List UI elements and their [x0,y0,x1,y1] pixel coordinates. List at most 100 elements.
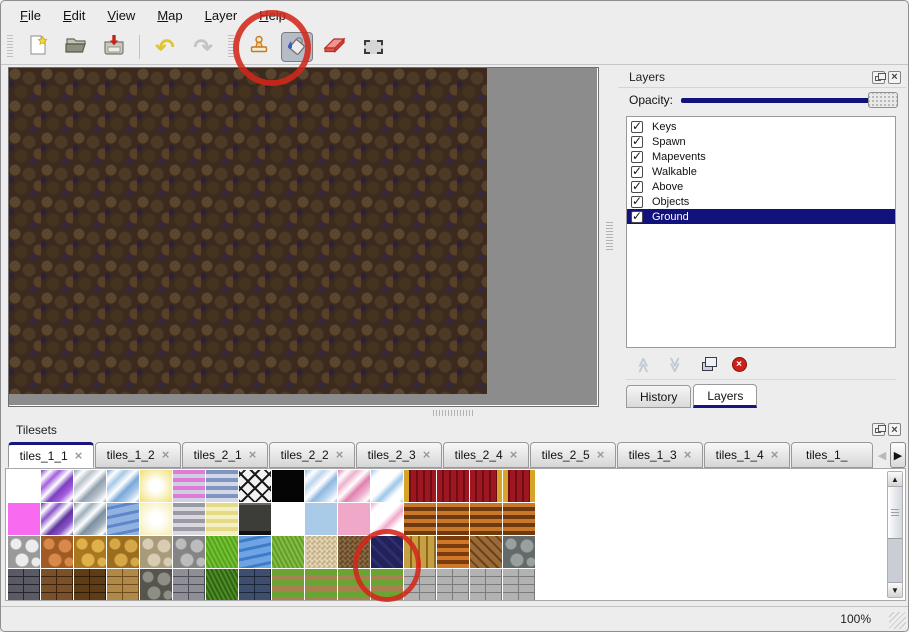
layer-row-objects[interactable]: ✓Objects [627,194,895,209]
undo-button[interactable]: ↶ [149,32,181,62]
tile-dirt-brown[interactable] [338,536,370,568]
layer-row-walkable[interactable]: ✓Walkable [627,164,895,179]
tab-close-icon[interactable]: × [162,450,170,460]
palette-scrollbar[interactable]: ▲ ▼ [887,471,903,598]
layer-row-spawn[interactable]: ✓Spawn [627,134,895,149]
menu-map[interactable]: Map [146,4,193,27]
tile-glow-yellow[interactable] [140,470,172,502]
tile-stone-gray[interactable] [173,536,205,568]
tile-path-grass-4[interactable] [371,569,403,601]
opacity-slider-handle[interactable] [868,92,898,108]
layer-visibility-checkbox[interactable]: ✓ [631,136,643,148]
tileset-tab-tiles_2_4[interactable]: tiles_2_4× [443,442,529,468]
tile-solid-lightblue[interactable] [305,503,337,535]
tileset-tab-tiles_2_5[interactable]: tiles_2_5× [530,442,616,468]
fill-bucket-tool-button[interactable] [281,32,313,62]
horizontal-splitter[interactable] [5,408,906,418]
tile-brick-darkbrown[interactable] [74,569,106,601]
layer-row-above[interactable]: ✓Above [627,179,895,194]
tile-glass-pink[interactable] [338,470,370,502]
layer-row-mapevents[interactable]: ✓Mapevents [627,149,895,164]
layer-visibility-checkbox[interactable]: ✓ [631,166,643,178]
duplicate-layer-button[interactable] [698,356,716,374]
vertical-splitter[interactable] [602,67,616,407]
menu-layer[interactable]: Layer [194,4,249,27]
tile-glow-pale[interactable] [140,503,172,535]
tile-glass-gray[interactable] [74,470,106,502]
tileset-tab-tiles_2_1[interactable]: tiles_2_1× [182,442,268,468]
tile-path-grass-1[interactable] [272,569,304,601]
tile-path-grass-2[interactable] [305,569,337,601]
tile-stone-darkgray[interactable] [140,569,172,601]
tile-stripes-pink[interactable] [173,470,205,502]
tile-solid-black[interactable] [272,470,304,502]
scroll-up-icon[interactable]: ▲ [888,472,902,487]
tile-empty-2[interactable] [272,503,304,535]
tile-grass-green[interactable] [272,536,304,568]
tile-solid-pink[interactable] [338,503,370,535]
tilesets-panel-close-button[interactable]: × [888,423,901,436]
raise-layer-button[interactable]: ≫ [634,356,652,374]
map-canvas[interactable] [9,68,487,394]
layer-row-keys[interactable]: ✓Keys [627,119,895,134]
tab-close-icon[interactable]: × [684,450,692,460]
tile-stripes-amber-3[interactable] [470,503,502,535]
tile-streaks-blue[interactable] [371,470,403,502]
tile-brick-brown[interactable] [41,569,73,601]
layer-visibility-checkbox[interactable]: ✓ [631,151,643,163]
scrollbar-thumb[interactable] [888,487,902,539]
tile-stripes-amber-2[interactable] [437,503,469,535]
tile-stripes-slate[interactable] [206,470,238,502]
tab-close-icon[interactable]: × [771,450,779,460]
tile-curtain-red[interactable] [437,470,469,502]
new-file-button[interactable] [22,32,54,62]
tileset-tab-tiles_1_4[interactable]: tiles_1_4× [704,442,790,468]
layers-panel-close-button[interactable]: × [888,71,901,84]
tile-stones-round-gray[interactable] [503,536,535,568]
tileset-tab-tiles_1_2[interactable]: tiles_1_2× [95,442,181,468]
eraser-tool-button[interactable] [319,32,351,62]
map-viewport[interactable] [8,67,599,407]
tab-scroll-right-icon[interactable]: ▶ [890,442,906,468]
tile-empty-white[interactable] [8,470,40,502]
tile-streaks-pink[interactable] [371,503,403,535]
lower-layer-button[interactable]: ≫ [666,356,684,374]
tile-brick-gray[interactable] [173,569,205,601]
delete-layer-button[interactable]: × [730,356,748,374]
tile-weave-orange[interactable] [437,536,469,568]
tab-scroll-left-icon[interactable]: ◀ [874,442,890,468]
tile-wall-dark[interactable] [8,569,40,601]
tile-solid-magenta[interactable] [8,503,40,535]
redo-button[interactable]: ↷ [187,32,219,62]
save-file-button[interactable] [98,32,130,62]
tile-glass-purple[interactable] [41,470,73,502]
tile-brick-lightgray-2[interactable] [437,569,469,601]
toolbar-grip[interactable] [228,35,234,59]
tile-glass-slate[interactable] [74,503,106,535]
tile-curtain-red-right[interactable] [470,470,502,502]
tile-herringbone-brown[interactable] [470,536,502,568]
tileset-tab-tiles_2_3[interactable]: tiles_2_3× [356,442,442,468]
tile-stone-gold[interactable] [107,536,139,568]
tile-stripes-amber-4[interactable] [503,503,535,535]
tile-hedge-green[interactable] [206,569,238,601]
tilesets-panel-float-button[interactable] [872,423,885,436]
layer-visibility-checkbox[interactable]: ✓ [631,211,643,223]
tileset-tab-tiles_2_2[interactable]: tiles_2_2× [269,442,355,468]
menu-edit[interactable]: Edit [52,4,96,27]
tile-sand-speckled[interactable] [305,536,337,568]
tile-glass-blue[interactable] [107,470,139,502]
layer-row-ground[interactable]: ✓Ground [627,209,895,224]
tile-stripes-gray[interactable] [173,503,205,535]
tile-curtain-red-both[interactable] [503,470,535,502]
opacity-slider[interactable] [681,92,898,109]
tile-curtain-red-left[interactable] [404,470,436,502]
tile-glass-lightblue[interactable] [305,470,337,502]
tile-water-blue[interactable] [239,536,271,568]
layers-panel-float-button[interactable] [872,71,885,84]
tile-brick-navy[interactable] [239,569,271,601]
tile-lattice-black[interactable] [239,470,271,502]
tab-close-icon[interactable]: × [510,450,518,460]
tile-pebble-beige[interactable] [140,536,172,568]
tile-stripes-yellow[interactable] [206,503,238,535]
